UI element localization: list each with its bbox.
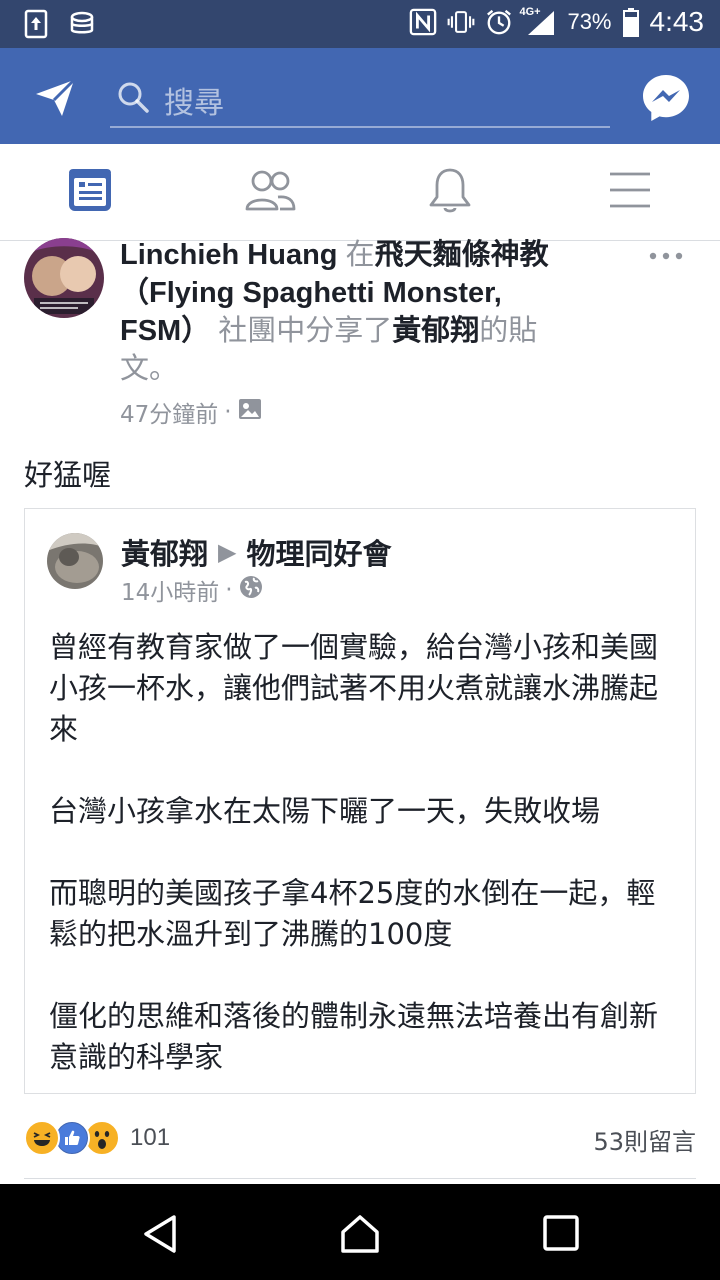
reaction-count: 101 [130, 1124, 171, 1151]
comment-count[interactable]: 53則留言 [593, 1122, 696, 1157]
shared-author-avatar[interactable] [47, 533, 103, 589]
back-icon[interactable] [138, 1212, 182, 1256]
shared-paragraph: 台灣小孩拿水在太陽下曬了一天，失敗收場 [49, 794, 601, 828]
battery-icon [622, 6, 640, 38]
tab-bar [0, 144, 720, 241]
shared-paragraph: 僵化的思維和落後的體制永遠無法培養出有創新意識的科學家 [49, 999, 659, 1074]
post-original-author[interactable]: 黃郁翔 [392, 315, 479, 347]
avatar[interactable] [24, 238, 104, 318]
send-icon[interactable] [32, 74, 78, 120]
database-icon [68, 8, 96, 40]
home-icon[interactable] [338, 1212, 382, 1256]
app-bar: 搜尋 [0, 48, 720, 144]
tab-friends[interactable] [240, 164, 300, 220]
post-shared-text: 社團中分享了 [210, 315, 393, 347]
reactions-summary[interactable]: 101 [24, 1120, 170, 1156]
shared-header: 黃郁翔 ▶ 物理同好會 [121, 531, 392, 573]
post-meta: 47分鐘前 · [120, 395, 262, 429]
clock: 4:43 [649, 6, 705, 37]
battery-percent: 73% [567, 9, 612, 34]
shared-paragraph: 而聰明的美國孩子拿4杯25度的水倒在一起，輕鬆的把水溫升到了沸騰的100度 [49, 876, 656, 951]
nfc-icon [409, 6, 437, 38]
news-feed-icon [66, 166, 114, 218]
globe-icon [239, 575, 263, 605]
arrow-icon: ▶ [218, 538, 237, 566]
friends-icon [244, 167, 296, 217]
post-author[interactable]: Linchieh Huang [120, 239, 338, 271]
post-text: 好猛喔 [24, 458, 112, 492]
shared-body: 曾經有教育家做了一個實驗，給台灣小孩和美國小孩一杯水，讓他們試著不用火煮就讓水沸… [49, 627, 679, 1119]
shared-post-card[interactable]: 黃郁翔 ▶ 物理同好會 14小時前 · 曾經有教育家做了一個實驗，給台灣小孩和美… [24, 508, 696, 1094]
divider [24, 1178, 696, 1179]
status-bar: 4G+ 73% 4:43 [0, 0, 720, 48]
network-type: 4G+ [519, 6, 541, 18]
bell-icon [427, 165, 473, 219]
shared-time[interactable]: 14小時前 [121, 573, 219, 607]
more-options-icon[interactable] [648, 248, 684, 262]
shared-paragraph: 曾經有教育家做了一個實驗，給台灣小孩和美國小孩一杯水，讓他們試著不用火煮就讓水沸… [49, 630, 659, 746]
hamburger-icon [608, 170, 652, 214]
search-input[interactable]: 搜尋 [110, 70, 610, 128]
messenger-icon[interactable] [640, 72, 692, 124]
signal-icon: 4G+ [519, 6, 557, 38]
tab-news-feed[interactable] [60, 164, 120, 220]
alarm-icon [485, 6, 513, 38]
shared-meta: 14小時前 · [121, 573, 263, 607]
recents-icon[interactable] [540, 1212, 584, 1256]
vibrate-icon [447, 6, 475, 38]
post-headline: Linchieh Huang 在飛天麵條神教（Flying Spaghetti … [120, 236, 590, 388]
search-icon [116, 80, 150, 114]
search-placeholder: 搜尋 [164, 86, 224, 121]
upload-icon [22, 8, 50, 40]
shared-author[interactable]: 黃郁翔 [121, 531, 208, 573]
group-photo-icon [238, 398, 262, 426]
shared-group[interactable]: 物理同好會 [246, 531, 391, 573]
post-in-word: 在 [337, 239, 375, 271]
tab-notifications[interactable] [420, 164, 480, 220]
haha-reaction-icon [24, 1120, 60, 1156]
system-nav-bar [0, 1184, 720, 1280]
post-time[interactable]: 47分鐘前 [120, 395, 218, 429]
tab-menu[interactable] [600, 164, 660, 220]
